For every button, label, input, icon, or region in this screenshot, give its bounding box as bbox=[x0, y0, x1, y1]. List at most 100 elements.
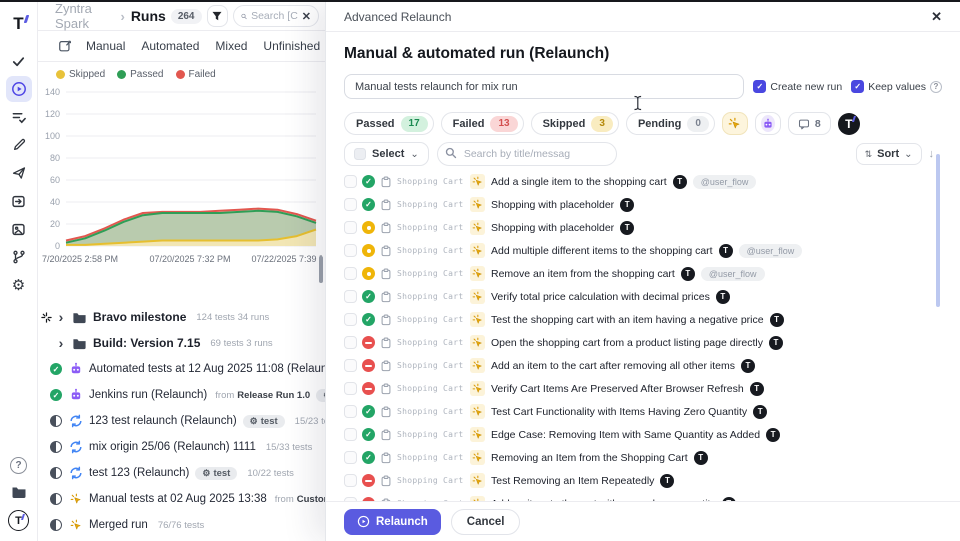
tab-automated[interactable]: Automated bbox=[141, 39, 199, 53]
run-folder-row[interactable]: › Bravo milestone 124 tests 34 runs bbox=[48, 304, 325, 330]
row-checkbox[interactable] bbox=[344, 428, 357, 441]
run-row[interactable]: 123 test relaunch (Relaunch) ⚙test 15/23… bbox=[48, 408, 325, 434]
settings-gear-icon[interactable]: ⚙ bbox=[6, 272, 32, 298]
run-row[interactable]: Jenkins run (Relaunch) fromRelease Run 1… bbox=[48, 382, 325, 408]
folder-title[interactable]: Bravo milestone bbox=[93, 310, 186, 324]
keep-values-option[interactable]: ✓ Keep values ? bbox=[851, 80, 942, 93]
run-title[interactable]: Merged run bbox=[89, 519, 148, 531]
close-icon[interactable]: ✕ bbox=[931, 9, 942, 25]
cancel-button[interactable]: Cancel bbox=[451, 509, 521, 535]
test-list-icon[interactable] bbox=[6, 104, 32, 130]
tab-unfinished[interactable]: Unfinished bbox=[263, 39, 320, 53]
relaunch-button[interactable]: Relaunch bbox=[344, 509, 441, 535]
tests-search-input[interactable] bbox=[437, 142, 617, 166]
breadcrumb-page[interactable]: Runs bbox=[131, 8, 166, 24]
test-title[interactable]: Add multiple different items to the shop… bbox=[491, 245, 713, 257]
test-row[interactable]: Shopping Cart @… Test Cart Functionality… bbox=[344, 400, 942, 423]
comments-filter-chip[interactable]: 8 bbox=[788, 112, 831, 135]
pen-icon[interactable] bbox=[6, 132, 32, 158]
row-checkbox[interactable] bbox=[344, 497, 357, 501]
run-title[interactable]: test 123 (Relaunch) bbox=[89, 467, 189, 479]
test-title[interactable]: Add an item to the cart after removing a… bbox=[491, 360, 735, 372]
run-title[interactable]: Automated tests at 12 Aug 2025 11:08 (Re… bbox=[89, 363, 325, 375]
run-name-input[interactable] bbox=[344, 74, 744, 99]
filter-chip[interactable]: Failed 13 bbox=[441, 112, 524, 135]
test-row[interactable]: Shopping Cart @… Test the shopping cart … bbox=[344, 308, 942, 331]
test-title[interactable]: Add a single item to the shopping cart bbox=[491, 176, 667, 188]
create-new-run-option[interactable]: ✓ Create new run bbox=[753, 80, 842, 93]
modal-scrollbar[interactable] bbox=[936, 154, 940, 307]
row-checkbox[interactable] bbox=[344, 198, 357, 211]
test-title[interactable]: Verify total price calculation with deci… bbox=[491, 291, 710, 303]
row-checkbox[interactable] bbox=[344, 313, 357, 326]
automated-filter-chip[interactable] bbox=[755, 112, 781, 135]
checkbox-checked-icon[interactable]: ✓ bbox=[753, 80, 766, 93]
import-tray-icon[interactable] bbox=[6, 188, 32, 214]
filter-chip[interactable]: Pending 0 bbox=[626, 112, 715, 135]
test-title[interactable]: Test Removing an Item Repeatedly bbox=[491, 475, 654, 487]
run-title[interactable]: Jenkins run (Relaunch) bbox=[89, 389, 207, 401]
tasks-check-icon[interactable] bbox=[6, 48, 32, 74]
test-title[interactable]: Removing an Item from the Shopping Cart bbox=[491, 452, 688, 464]
runs-search-input[interactable]: Search [C ✕ bbox=[233, 5, 319, 27]
test-row[interactable]: Shopping Cart @… Verify total price calc… bbox=[344, 285, 942, 308]
test-title[interactable]: Shopping with placeholder bbox=[491, 199, 614, 211]
test-title[interactable]: Remove an item from the shopping cart bbox=[491, 268, 675, 280]
row-checkbox[interactable] bbox=[344, 359, 357, 372]
checkbox-checked-icon[interactable]: ✓ bbox=[851, 80, 864, 93]
test-row[interactable]: Shopping Cart @… Add multiple different … bbox=[344, 239, 942, 262]
test-row[interactable]: Shopping Cart @… Edge Case: Removing Ite… bbox=[344, 423, 942, 446]
paper-plane-icon[interactable] bbox=[6, 160, 32, 186]
row-checkbox[interactable] bbox=[344, 336, 357, 349]
help-icon[interactable]: ? bbox=[930, 81, 942, 93]
run-row[interactable]: mix origin 25/06 (Relaunch) 1111 15/33 t… bbox=[48, 434, 325, 460]
edit-runs-icon[interactable] bbox=[58, 39, 72, 53]
run-folder-row[interactable]: › Build: Version 7.15 69 tests 3 runs bbox=[48, 330, 325, 356]
row-checkbox[interactable] bbox=[344, 221, 357, 234]
test-row[interactable]: Shopping Cart @… Test Removing an Item R… bbox=[344, 469, 942, 492]
legend-item[interactable]: Failed bbox=[176, 69, 216, 80]
run-row[interactable]: test 123 (Relaunch) ⚙test 10/22 tests bbox=[48, 460, 325, 486]
test-row[interactable]: Shopping Cart @… Add an item to the cart… bbox=[344, 354, 942, 377]
run-row[interactable]: Automated tests at 12 Aug 2025 11:08 (Re… bbox=[48, 356, 325, 382]
filter-chip[interactable]: Passed 17 bbox=[344, 112, 434, 135]
assignee-filter-avatar[interactable]: T bbox=[838, 113, 860, 135]
breadcrumb-project[interactable]: Zyntra Spark bbox=[55, 2, 115, 31]
row-checkbox[interactable] bbox=[344, 290, 357, 303]
row-checkbox[interactable] bbox=[344, 382, 357, 395]
select-dropdown[interactable]: Select ⌄ bbox=[344, 142, 429, 166]
select-all-checkbox[interactable] bbox=[354, 148, 366, 160]
row-checkbox[interactable] bbox=[344, 451, 357, 464]
row-checkbox[interactable] bbox=[344, 244, 357, 257]
row-checkbox[interactable] bbox=[344, 175, 357, 188]
run-row[interactable]: Manual tests at 02 Aug 2025 13:38 fromCu… bbox=[48, 486, 325, 512]
test-row[interactable]: Shopping Cart @… Verify Cart Items Are P… bbox=[344, 377, 942, 400]
tests-search[interactable] bbox=[437, 142, 617, 166]
chevron-right-icon[interactable]: › bbox=[56, 335, 66, 351]
run-row[interactable]: Merged run 76/76 tests bbox=[48, 512, 325, 538]
test-row[interactable]: Shopping Cart @… Open the shopping cart … bbox=[344, 331, 942, 354]
test-row[interactable]: Shopping Cart @… Remove an item from the… bbox=[344, 262, 942, 285]
test-title[interactable]: Test Cart Functionality with Items Havin… bbox=[491, 406, 747, 418]
test-row[interactable]: Shopping Cart @… Shopping with placehold… bbox=[344, 193, 942, 216]
test-title[interactable]: Edge Case: Removing Item with Same Quant… bbox=[491, 429, 760, 441]
clear-search-icon[interactable]: ✕ bbox=[302, 10, 311, 23]
row-checkbox[interactable] bbox=[344, 474, 357, 487]
run-title[interactable]: mix origin 25/06 (Relaunch) 1111 bbox=[89, 441, 256, 453]
tab-mixed[interactable]: Mixed bbox=[215, 39, 247, 53]
folder-title[interactable]: Build: Version 7.15 bbox=[93, 336, 200, 350]
sort-dropdown[interactable]: ⇅ Sort ⌄ bbox=[856, 143, 922, 165]
left-panel-scrollbar[interactable] bbox=[319, 256, 323, 283]
filter-button[interactable] bbox=[207, 5, 229, 27]
test-row[interactable]: Shopping Cart @… Removing an Item from t… bbox=[344, 446, 942, 469]
row-checkbox[interactable] bbox=[344, 267, 357, 280]
nav-runs-icon[interactable] bbox=[6, 76, 32, 102]
test-row[interactable]: Shopping Cart @… Shopping with placehold… bbox=[344, 216, 942, 239]
app-logo[interactable]: T bbox=[7, 12, 31, 36]
filter-chip[interactable]: Skipped 3 bbox=[531, 112, 619, 135]
test-title[interactable]: Verify Cart Items Are Preserved After Br… bbox=[491, 383, 744, 395]
test-title[interactable]: Test the shopping cart with an item havi… bbox=[491, 314, 764, 326]
legend-item[interactable]: Passed bbox=[117, 69, 163, 80]
test-row[interactable]: Shopping Cart @… Add a single item to th… bbox=[344, 170, 942, 193]
projects-folder-icon[interactable] bbox=[6, 479, 32, 505]
